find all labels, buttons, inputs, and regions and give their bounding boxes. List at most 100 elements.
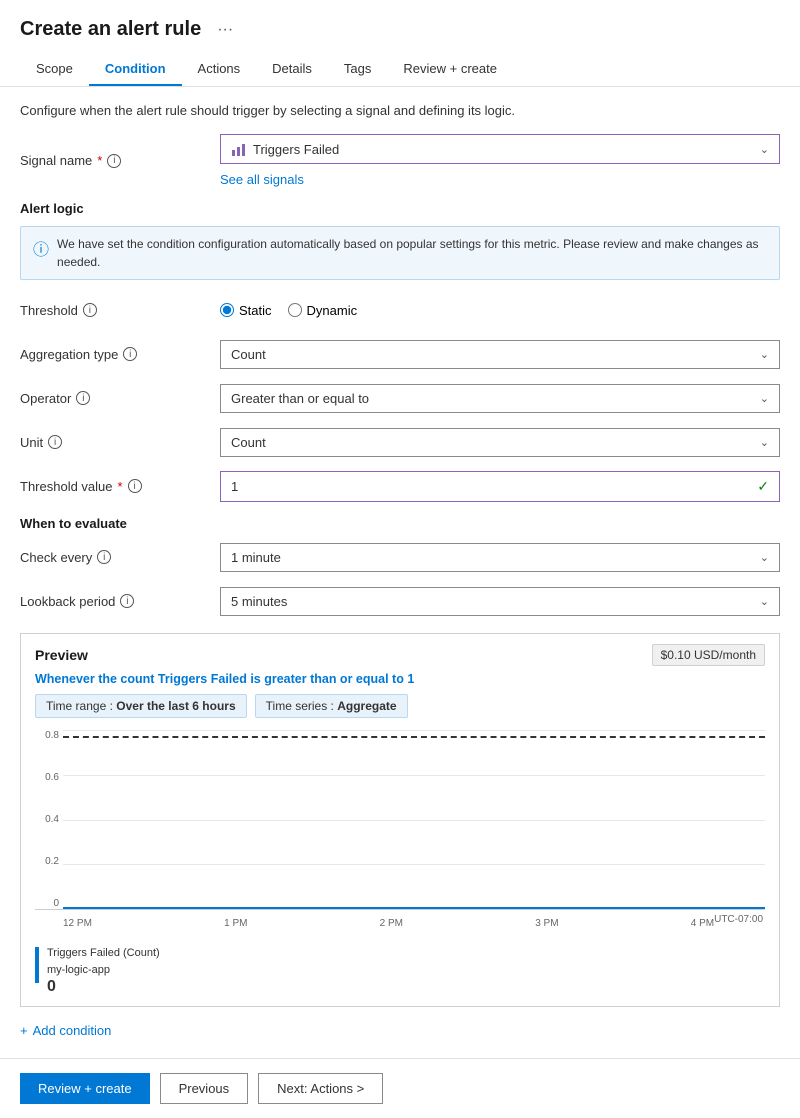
info-banner: ⓘ We have set the condition configuratio… <box>20 226 780 280</box>
legend-resource: my-logic-app <box>47 962 160 979</box>
preview-tags: Time range : Over the last 6 hours Time … <box>21 694 779 726</box>
next-actions-button[interactable]: Next: Actions > <box>258 1073 383 1104</box>
threshold-value-row: Threshold value * i ✓ <box>20 470 780 502</box>
x-label-1pm: 1 PM <box>224 918 247 929</box>
aggregation-type-select[interactable]: Count ⌄ <box>220 340 780 369</box>
preview-header: Preview $0.10 USD/month <box>21 634 779 672</box>
ellipsis-button[interactable]: ··· <box>211 19 239 41</box>
check-every-info-icon[interactable]: i <box>97 550 111 564</box>
threshold-dynamic-radio[interactable] <box>288 303 302 317</box>
operator-control: Greater than or equal to ⌄ <box>220 384 780 413</box>
aggregation-type-label: Aggregation type i <box>20 347 220 362</box>
check-every-label: Check every i <box>20 550 220 565</box>
aggregation-type-info-icon[interactable]: i <box>123 347 137 361</box>
page-description: Configure when the alert rule should tri… <box>20 103 780 118</box>
threshold-value-input-wrapper: ✓ <box>220 471 780 502</box>
signal-name-label: Signal name * i <box>20 153 220 168</box>
main-content: Configure when the alert rule should tri… <box>0 87 800 1058</box>
check-every-row: Check every i 1 minute ⌄ <box>20 541 780 573</box>
threshold-dynamic-option[interactable]: Dynamic <box>288 303 358 318</box>
chart-area: 0.8 0.6 0.4 0.2 0 <box>21 726 779 939</box>
unit-info-icon[interactable]: i <box>48 435 62 449</box>
unit-label: Unit i <box>20 435 220 450</box>
operator-label: Operator i <box>20 391 220 406</box>
y-label-00: 0 <box>35 898 63 909</box>
y-label-08: 0.8 <box>35 730 63 741</box>
preview-description: Whenever the count Triggers Failed is gr… <box>21 672 779 694</box>
grid-line-1 <box>63 730 765 731</box>
threshold-value-control: ✓ <box>220 471 780 502</box>
signal-name-info-icon[interactable]: i <box>107 154 121 168</box>
lookback-period-select[interactable]: 5 minutes ⌄ <box>220 587 780 616</box>
threshold-label: Threshold i <box>20 303 220 318</box>
unit-control: Count ⌄ <box>220 428 780 457</box>
chart-wrapper: 0.8 0.6 0.4 0.2 0 <box>35 730 765 910</box>
add-condition-plus: + <box>20 1023 28 1038</box>
x-label-3pm: 3 PM <box>535 918 558 929</box>
grid-line-3 <box>63 820 765 821</box>
page-footer: Review + create Previous Next: Actions > <box>0 1058 800 1118</box>
unit-select[interactable]: Count ⌄ <box>220 428 780 457</box>
add-condition-button[interactable]: + Add condition <box>20 1019 111 1042</box>
x-axis-labels: 12 PM 1 PM 2 PM 3 PM 4 PM <box>63 914 714 929</box>
chart-baseline <box>63 907 765 909</box>
threshold-value-field[interactable] <box>231 479 757 494</box>
preview-title: Preview <box>35 647 88 663</box>
alert-logic-title: Alert logic <box>20 201 780 216</box>
previous-button[interactable]: Previous <box>160 1073 249 1104</box>
tab-tags[interactable]: Tags <box>328 53 387 86</box>
legend-metric-name: Triggers Failed (Count) <box>47 945 160 962</box>
check-every-chevron: ⌄ <box>760 551 769 564</box>
page-header: Create an alert rule ··· Scope Condition… <box>0 0 800 87</box>
unit-row: Unit i Count ⌄ <box>20 426 780 458</box>
operator-info-icon[interactable]: i <box>76 391 90 405</box>
see-all-signals-link[interactable]: See all signals <box>220 172 304 187</box>
page-title: Create an alert rule <box>20 18 201 41</box>
threshold-static-radio[interactable] <box>220 303 234 317</box>
preview-section: Preview $0.10 USD/month Whenever the cou… <box>20 633 780 1007</box>
tab-review-create[interactable]: Review + create <box>387 53 513 86</box>
lookback-period-chevron: ⌄ <box>760 595 769 608</box>
legend-color-bar <box>35 947 39 983</box>
x-label-4pm: 4 PM <box>691 918 714 929</box>
operator-select[interactable]: Greater than or equal to ⌄ <box>220 384 780 413</box>
info-banner-text: We have set the condition configuration … <box>57 235 767 271</box>
chart-legend: Triggers Failed (Count) my-logic-app 0 <box>21 939 779 1006</box>
time-series-tag[interactable]: Time series : Aggregate <box>255 694 408 718</box>
page-container: Create an alert rule ··· Scope Condition… <box>0 0 800 1118</box>
threshold-value-info-icon[interactable]: i <box>128 479 142 493</box>
unit-chevron: ⌄ <box>760 436 769 449</box>
aggregation-type-control: Count ⌄ <box>220 340 780 369</box>
aggregation-type-row: Aggregation type i Count ⌄ <box>20 338 780 370</box>
aggregation-type-chevron: ⌄ <box>760 348 769 361</box>
tab-details[interactable]: Details <box>256 53 328 86</box>
y-label-06: 0.6 <box>35 772 63 783</box>
review-create-button[interactable]: Review + create <box>20 1073 150 1104</box>
nav-tabs: Scope Condition Actions Details Tags Rev… <box>20 53 780 86</box>
lookback-period-control: 5 minutes ⌄ <box>220 587 780 616</box>
signal-name-select[interactable]: Triggers Failed ⌄ <box>220 134 780 164</box>
chart-grid <box>63 730 765 909</box>
operator-chevron: ⌄ <box>760 392 769 405</box>
threshold-line <box>63 736 765 738</box>
time-range-tag[interactable]: Time range : Over the last 6 hours <box>35 694 247 718</box>
threshold-value-check-icon: ✓ <box>757 478 769 495</box>
signal-name-row: Signal name * i Triggers Failed <box>20 134 780 187</box>
legend-text-group: Triggers Failed (Count) my-logic-app 0 <box>47 945 160 996</box>
y-label-04: 0.4 <box>35 814 63 825</box>
threshold-control: Static Dynamic <box>220 303 780 318</box>
y-axis-labels: 0.8 0.6 0.4 0.2 0 <box>35 730 63 909</box>
tab-scope[interactable]: Scope <box>20 53 89 86</box>
legend-value: 0 <box>47 978 160 996</box>
lookback-period-label: Lookback period i <box>20 594 220 609</box>
threshold-value-label: Threshold value * i <box>20 479 220 494</box>
grid-line-4 <box>63 864 765 865</box>
tab-condition[interactable]: Condition <box>89 53 182 86</box>
lookback-period-info-icon[interactable]: i <box>120 594 134 608</box>
title-row: Create an alert rule ··· <box>20 18 780 41</box>
threshold-static-option[interactable]: Static <box>220 303 272 318</box>
tab-actions[interactable]: Actions <box>182 53 257 86</box>
threshold-info-icon[interactable]: i <box>83 303 97 317</box>
lookback-period-row: Lookback period i 5 minutes ⌄ <box>20 585 780 617</box>
check-every-select[interactable]: 1 minute ⌄ <box>220 543 780 572</box>
